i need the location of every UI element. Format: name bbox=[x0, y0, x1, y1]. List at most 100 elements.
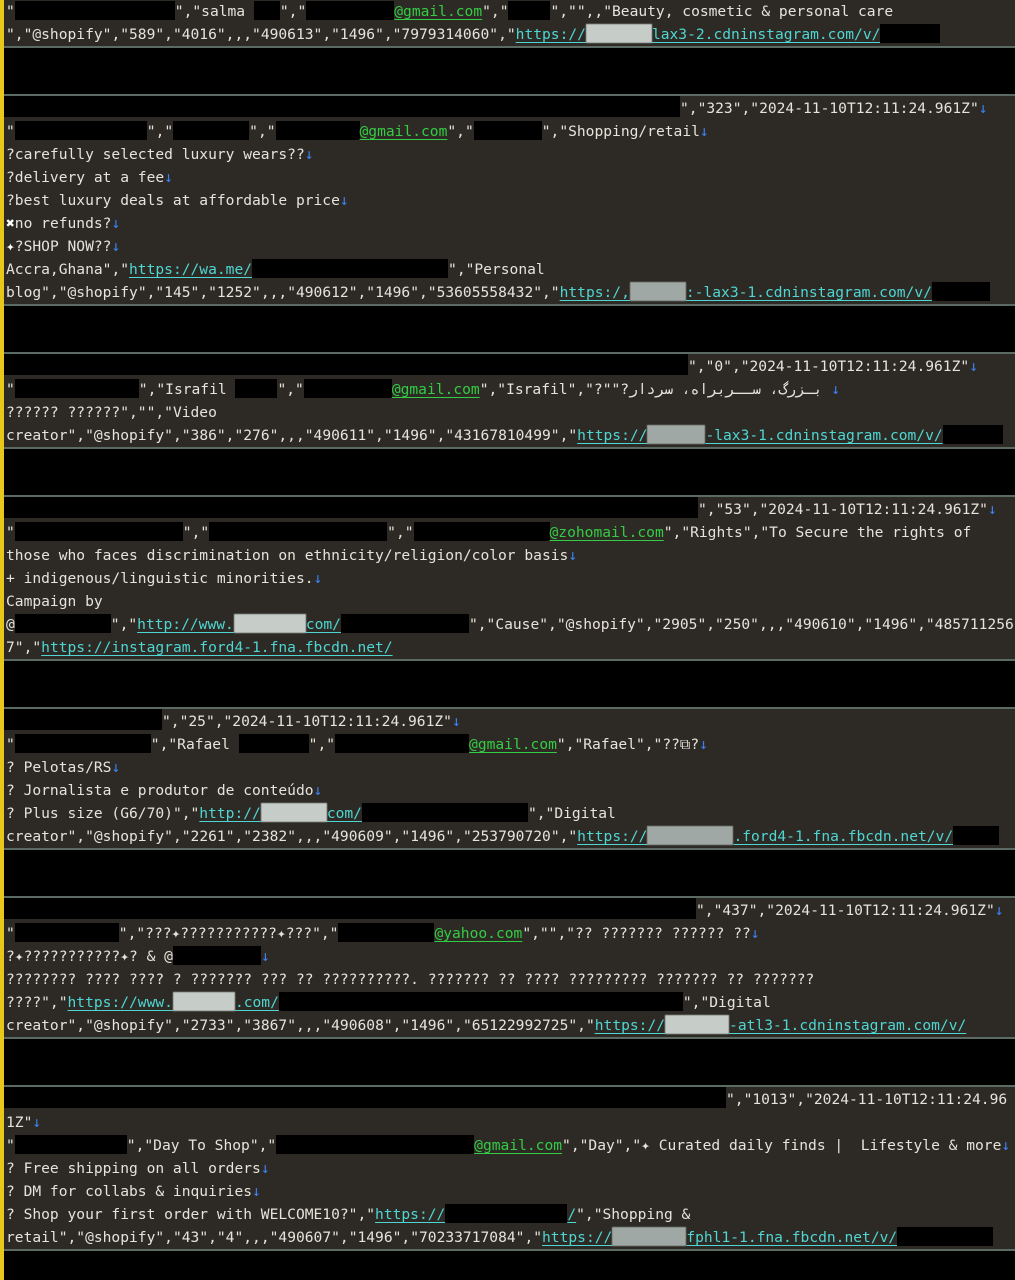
record-3-first-name: Israfil bbox=[506, 381, 568, 398]
redaction-block bbox=[942, 425, 1003, 444]
record-6-website-scheme[interactable]: https://www. bbox=[68, 994, 173, 1011]
record-4-website-scheme[interactable]: http://www. bbox=[137, 616, 234, 633]
record-line: ","0","2024-11-10T12:11:24.961Z"↓ bbox=[4, 354, 1015, 378]
text-dump-viewer[interactable]: " ","salma "," @gmail.com"," ","",,"Beauty,… bbox=[0, 0, 1015, 1280]
record-7-email-domain[interactable]: @gmail.com bbox=[474, 1137, 562, 1154]
record-5-media-host[interactable]: .ford4-1.fna.fbcdn.net/v/ bbox=[733, 828, 953, 845]
record-3-id-a: 490611 bbox=[313, 427, 367, 444]
redacted-banner bbox=[4, 684, 1015, 707]
record-bio-line: those who faces discrimination on ethnic… bbox=[6, 547, 578, 564]
record-5-trailing-index: 437 bbox=[722, 902, 749, 919]
record-2-id-b: 1496 bbox=[375, 284, 411, 301]
record-line: ","53","2024-11-10T12:11:24.961Z"↓ bbox=[4, 497, 1015, 521]
blur-redaction bbox=[260, 803, 327, 822]
record-6-platform: @shopify bbox=[93, 1017, 165, 1034]
wrap-marker-icon: ↓ bbox=[252, 1183, 261, 1200]
record-6-media-host[interactable]: -atl3-1.cdninstagram.com/v/ bbox=[729, 1017, 966, 1034]
redacted-banner bbox=[4, 1062, 1015, 1085]
record-1-count-a: 589 bbox=[129, 26, 156, 43]
wrap-marker-icon: ↓ bbox=[750, 925, 760, 942]
wrap-marker-icon: ↓ bbox=[304, 146, 314, 163]
record-3-media-host[interactable]: -lax3-1.cdninstagram.com/v/ bbox=[705, 427, 942, 444]
record-2-email-domain[interactable]: @gmail.com bbox=[360, 123, 448, 140]
record-2-media-host[interactable]: :-lax3-1.cdninstagram.com/v/ bbox=[686, 284, 932, 301]
blur-redaction bbox=[665, 1015, 730, 1034]
record-5-website-scheme[interactable]: http:// bbox=[199, 805, 261, 822]
record-1-scheme[interactable]: https:// bbox=[516, 26, 586, 43]
redaction-block bbox=[209, 522, 388, 541]
record-7-id-b: 1496 bbox=[357, 1229, 393, 1246]
record-5-count-a: 2261 bbox=[190, 828, 226, 845]
record-2-location: Accra,Ghana bbox=[6, 261, 103, 278]
record-4-media-host[interactable]: https://instagram.ford4-1.fna.fbcdn.net/ bbox=[41, 639, 392, 656]
record-1-id-c: 7979314060 bbox=[401, 26, 490, 43]
record-3-scheme[interactable]: https:// bbox=[577, 427, 647, 444]
record-line: ","25","2024-11-10T12:11:24.961Z"↓ bbox=[4, 709, 1015, 733]
record-line: creator","@shopify","386","276",,,"49061… bbox=[4, 424, 1015, 447]
record-4-title: Rights bbox=[690, 524, 743, 541]
redaction-block bbox=[953, 826, 1000, 845]
record-bio-line: ?best luxury deals at affordable price↓ bbox=[4, 189, 1015, 212]
wrap-marker-icon: ↓ bbox=[831, 381, 840, 398]
record-3-email-domain[interactable]: @gmail.com bbox=[392, 381, 480, 398]
record-4-count-a: 2905 bbox=[662, 616, 698, 633]
record-4-website-tld[interactable]: com/ bbox=[306, 616, 341, 633]
record-line: 1Z"↓ bbox=[6, 1114, 42, 1131]
record-line: " ","Day To Shop"," @gmail.com","Day","✦ C… bbox=[6, 1135, 1011, 1154]
record-7-scheme[interactable]: https:// bbox=[542, 1229, 612, 1246]
wrap-marker-icon: ↓ bbox=[994, 902, 1004, 919]
record-2-bio-4: no refunds? bbox=[14, 215, 112, 232]
redaction-block bbox=[4, 497, 698, 518]
record-bio-line: ?carefully selected luxury wears??↓ bbox=[4, 143, 1015, 166]
record-2-category2-part1: Personal bbox=[474, 261, 545, 278]
wrap-marker-icon: ↓ bbox=[313, 570, 323, 587]
record-5-scheme[interactable]: https:// bbox=[577, 828, 647, 845]
record-6-id-b: 1496 bbox=[410, 1017, 446, 1034]
wrap-marker-icon: ↓ bbox=[1001, 1137, 1011, 1154]
record-7-website-slash[interactable]: / bbox=[567, 1206, 576, 1223]
record-5-website-tld[interactable]: com/ bbox=[327, 805, 362, 822]
record-1-email-domain[interactable]: @gmail.com bbox=[394, 3, 482, 20]
wrap-marker-icon: ↓ bbox=[260, 1160, 270, 1177]
record-1-category: Beauty, cosmetic & personal care bbox=[612, 3, 894, 20]
record-7-media-host[interactable]: fphl1-1.fna.fbcdn.net/v/ bbox=[686, 1229, 897, 1246]
record-6-scheme[interactable]: https:// bbox=[595, 1017, 665, 1034]
redaction-block bbox=[4, 709, 162, 730]
record-line: @ ","http://www. com/","Cause","@shopify",… bbox=[6, 614, 1014, 633]
record-5-email-domain[interactable]: @gmail.com bbox=[469, 736, 557, 753]
record-7-website-scheme[interactable]: https:// bbox=[375, 1206, 445, 1223]
wrap-marker-icon: ↓ bbox=[111, 238, 121, 255]
record-6-email-domain[interactable]: @yahoo.com bbox=[434, 925, 522, 942]
redaction-block bbox=[14, 1135, 127, 1154]
record-4-email-domain[interactable]: @zohomail.com bbox=[550, 524, 664, 541]
record-2-scheme[interactable]: https:/, bbox=[560, 284, 630, 301]
redaction-block bbox=[14, 121, 147, 140]
record-line: " ","salma "," @gmail.com"," ","",,"Beauty,… bbox=[6, 1, 894, 20]
record-line: ?????? ??????","","Video bbox=[6, 404, 217, 421]
blur-redaction bbox=[233, 614, 306, 633]
record-3-id-b: 1496 bbox=[392, 427, 428, 444]
redacted-banner bbox=[4, 1251, 1015, 1274]
record-4-id-a: 490610 bbox=[794, 616, 847, 633]
record-5-timestamp: 2024-11-10T12:11:24.961Z bbox=[775, 902, 986, 919]
record-bio-line: ???????? ???? ???? ? ??????? ??? ?? ????… bbox=[6, 971, 815, 988]
record-7-bio-1: ✦ Curated daily finds | Lifestyle & more bbox=[641, 1137, 1002, 1154]
wrap-marker-icon: ↓ bbox=[969, 358, 978, 375]
record-1-media-host[interactable]: lax3-2.cdninstagram.com/v/ bbox=[652, 26, 880, 43]
wrap-marker-icon: ↓ bbox=[111, 759, 121, 776]
wrap-marker-icon: ↓ bbox=[451, 713, 461, 730]
record-2-count-a: 145 bbox=[164, 284, 191, 301]
redaction-block bbox=[303, 379, 392, 398]
redaction-block bbox=[238, 734, 309, 753]
record-bio-line: ✖no refunds?↓ bbox=[4, 212, 1015, 235]
redaction-block bbox=[335, 734, 470, 753]
redacted-banner bbox=[4, 850, 1015, 873]
record-6-website-tld[interactable]: .com/ bbox=[235, 994, 279, 1011]
record-2-count-b: 1252 bbox=[216, 284, 253, 301]
record-2-contact-url[interactable]: https://wa.me/ bbox=[129, 261, 252, 278]
redaction-block bbox=[4, 354, 688, 375]
record-7-bio-3: ? DM for collabs & inquiries bbox=[6, 1183, 253, 1200]
record-5-bio-3: ? Jornalista e produtor de conteúdo bbox=[6, 782, 314, 799]
record-6-count-a: 2733 bbox=[190, 1017, 226, 1034]
redacted-banner bbox=[4, 71, 1015, 94]
